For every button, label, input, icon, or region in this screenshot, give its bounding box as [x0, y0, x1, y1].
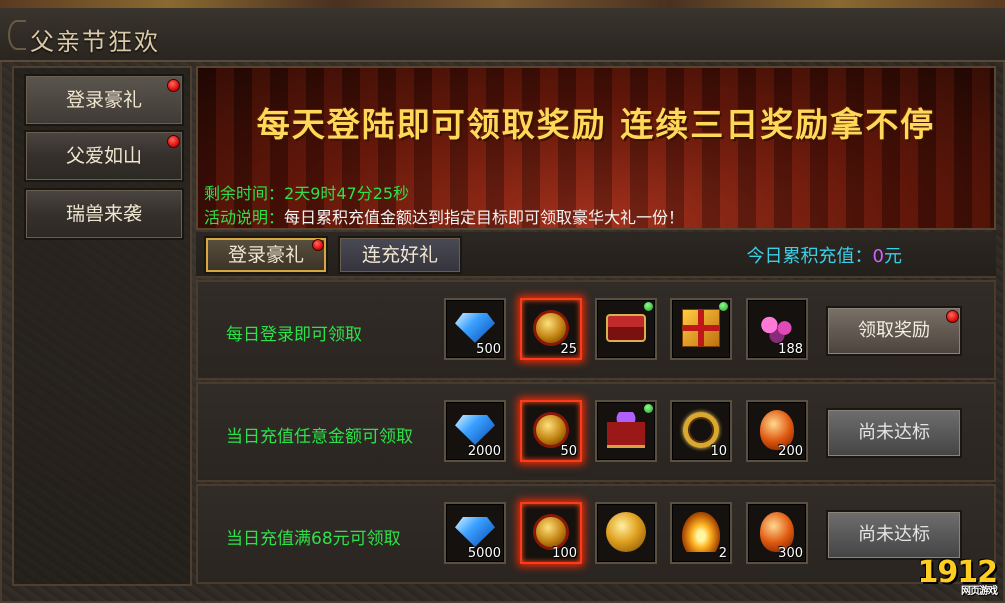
item-quantity: 2 [718, 546, 727, 561]
new-item-dot [644, 404, 653, 413]
item-quantity: 188 [778, 342, 803, 357]
window-title: 父亲节狂欢 [30, 28, 160, 56]
reward-condition: 当日充值满68元可领取 [226, 529, 401, 549]
claim-reward-button[interactable]: 领取奖励 [826, 306, 962, 356]
reward-slot[interactable]: 500 [444, 298, 506, 360]
tab-continuous-recharge[interactable]: 连充好礼 [338, 236, 462, 274]
sidebar-item-fatherly-love[interactable]: 父爱如山 [24, 130, 184, 182]
reward-slot[interactable]: 2000 [444, 400, 506, 462]
banner-headline: 每天登陆即可领取奖励 连续三日奖励拿不停 [256, 105, 936, 144]
reward-slot[interactable]: 10 [670, 400, 732, 462]
reward-slot[interactable]: 300 [746, 502, 808, 564]
item-quantity: 300 [778, 546, 803, 561]
notification-dot [167, 135, 180, 148]
reward-slot[interactable]: 2 [670, 502, 732, 564]
not-reached-button[interactable]: 尚未达标 [826, 408, 962, 458]
golden-orb-icon [606, 511, 646, 552]
daily-recharge-total: 今日累积充值：0元 [747, 242, 902, 268]
item-quantity: 25 [560, 342, 577, 357]
reward-slot[interactable]: 5000 [444, 502, 506, 564]
site-watermark: 1912 网页游戏 [918, 555, 998, 597]
item-quantity: 500 [476, 342, 501, 357]
sidebar-item-login-gift[interactable]: 登录豪礼 [24, 74, 184, 126]
tab-bar: 登录豪礼 连充好礼 今日累积充值：0元 [196, 232, 996, 278]
description-value: 每日累积充值金额达到指定目标即可领取豪华大礼一份！ [284, 208, 685, 227]
reward-slot[interactable]: 200 [746, 400, 808, 462]
reward-slot[interactable] [595, 298, 657, 360]
title-ornament [8, 20, 26, 50]
reward-slot[interactable] [670, 298, 732, 360]
sidebar-item-label: 登录豪礼 [65, 89, 142, 111]
reward-row: 当日充值任意金额可领取 2000 50 10 200 尚未达标 [196, 382, 996, 482]
not-reached-button[interactable]: 尚未达标 [826, 510, 962, 560]
sidebar: 登录豪礼 父爱如山 瑞兽来袭 [12, 66, 192, 586]
tab-login-gift[interactable]: 登录豪礼 [204, 236, 328, 274]
recharge-label: 今日累积充值： [746, 246, 873, 267]
sidebar-item-beast-raid[interactable]: 瑞兽来袭 [24, 188, 184, 240]
tab-label: 连充好礼 [361, 244, 438, 266]
remaining-time: 剩余时间：2天9时47分25秒 [204, 180, 409, 204]
top-decor-strip [0, 0, 1005, 8]
description-label: 活动说明： [204, 208, 285, 227]
reward-slot[interactable]: 50 [520, 400, 582, 462]
remaining-time-label: 剩余时间： [204, 184, 285, 203]
reward-slot[interactable]: 188 [746, 298, 808, 360]
reward-slot[interactable]: 100 [520, 502, 582, 564]
reward-slot[interactable]: 25 [520, 298, 582, 360]
recharge-unit: 元 [884, 246, 902, 267]
title-bar: 父亲节狂欢 [0, 8, 1005, 62]
notification-dot [312, 239, 324, 251]
item-quantity: 50 [560, 444, 577, 459]
item-quantity: 5000 [467, 546, 501, 561]
reward-slot[interactable] [595, 502, 657, 564]
diamond-icon [455, 516, 495, 547]
new-item-dot [719, 302, 728, 311]
item-quantity: 10 [710, 444, 727, 459]
diamond-icon [455, 312, 495, 343]
treasure-chest-icon [606, 313, 646, 342]
flower-icon [758, 312, 796, 343]
item-quantity: 100 [552, 546, 577, 561]
reward-condition: 每日登录即可领取 [226, 325, 362, 345]
tab-label: 登录豪礼 [227, 244, 304, 266]
gold-coin-icon [533, 309, 569, 346]
reward-row: 当日充值满68元可领取 5000 100 2 300 尚未达标 [196, 484, 996, 584]
recharge-amount: 0 [872, 246, 884, 267]
reward-slot[interactable] [595, 400, 657, 462]
item-quantity: 2000 [467, 444, 501, 459]
item-quantity: 200 [778, 444, 803, 459]
mystery-box-icon [607, 411, 645, 448]
reward-condition: 当日充值任意金额可领取 [226, 427, 413, 447]
gold-coin-icon [533, 411, 569, 448]
gift-box-icon [682, 308, 720, 347]
new-item-dot [644, 302, 653, 311]
remaining-time-value: 2天9时47分25秒 [284, 184, 410, 203]
sidebar-item-label: 瑞兽来袭 [65, 203, 142, 225]
notification-dot [946, 310, 959, 323]
gold-coin-icon [533, 513, 569, 550]
notification-dot [167, 79, 180, 92]
event-banner: 每天登陆即可领取奖励 连续三日奖励拿不停 剩余时间：2天9时47分25秒 活动说… [196, 66, 996, 230]
golden-flame-icon [682, 511, 720, 552]
diamond-icon [455, 414, 495, 445]
sidebar-item-label: 父爱如山 [65, 145, 142, 167]
reward-row: 每日登录即可领取 500 25 188 领取奖励 [196, 280, 996, 380]
event-description: 活动说明：每日累积充值金额达到指定目标即可领取豪华大礼一份！ [204, 204, 684, 228]
